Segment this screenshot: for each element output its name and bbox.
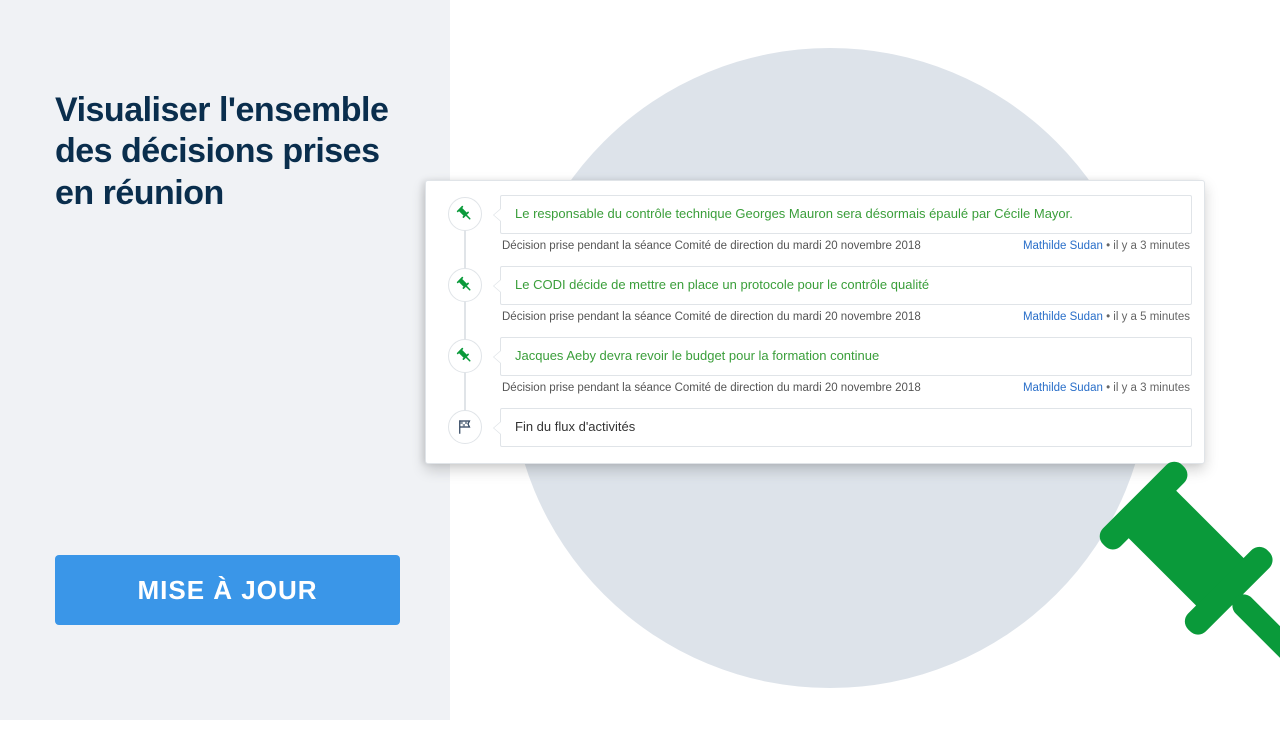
decision-context: Décision prise pendant la séance Comité … — [502, 240, 921, 252]
author-link[interactable]: Mathilde Sudan — [1023, 240, 1103, 252]
update-button[interactable]: MISE À JOUR — [55, 555, 400, 625]
feed-entry: Le responsable du contrôle technique Geo… — [426, 189, 1204, 260]
activity-feed-card: Le responsable du contrôle technique Geo… — [425, 180, 1205, 464]
decision-title[interactable]: Le CODI décide de mettre en place un pro… — [500, 266, 1192, 305]
gavel-icon — [448, 197, 482, 231]
decision-title[interactable]: Le responsable du contrôle technique Geo… — [500, 195, 1192, 234]
author-link[interactable]: Mathilde Sudan — [1023, 311, 1103, 323]
info-panel: Visualiser l'ensemble des décisions pris… — [0, 0, 450, 720]
decision-context: Décision prise pendant la séance Comité … — [502, 311, 921, 323]
entry-byline: Mathilde Sudan • il y a 3 minutes — [1023, 240, 1190, 252]
timestamp: il y a 3 minutes — [1113, 382, 1190, 394]
gavel-icon — [448, 268, 482, 302]
flag-icon — [448, 410, 482, 444]
entry-meta: Décision prise pendant la séance Comité … — [500, 240, 1192, 252]
feed-entry: Jacques Aeby devra revoir le budget pour… — [426, 331, 1204, 402]
entry-byline: Mathilde Sudan • il y a 5 minutes — [1023, 311, 1190, 323]
entry-meta: Décision prise pendant la séance Comité … — [500, 382, 1192, 394]
feed-end-entry: Fin du flux d'activités — [426, 402, 1204, 455]
entry-byline: Mathilde Sudan • il y a 3 minutes — [1023, 382, 1190, 394]
decision-context: Décision prise pendant la séance Comité … — [502, 382, 921, 394]
end-of-feed-label: Fin du flux d'activités — [500, 408, 1192, 447]
timeline: Le responsable du contrôle technique Geo… — [426, 189, 1204, 455]
author-link[interactable]: Mathilde Sudan — [1023, 382, 1103, 394]
entry-meta: Décision prise pendant la séance Comité … — [500, 311, 1192, 323]
timestamp: il y a 5 minutes — [1113, 311, 1190, 323]
timestamp: il y a 3 minutes — [1113, 240, 1190, 252]
decision-title[interactable]: Jacques Aeby devra revoir le budget pour… — [500, 337, 1192, 376]
gavel-icon — [448, 339, 482, 373]
preview-panel: Le responsable du contrôle technique Geo… — [450, 0, 1280, 720]
headline: Visualiser l'ensemble des décisions pris… — [55, 90, 400, 214]
gavel-illustration-icon — [1060, 450, 1280, 730]
feed-entry: Le CODI décide de mettre en place un pro… — [426, 260, 1204, 331]
